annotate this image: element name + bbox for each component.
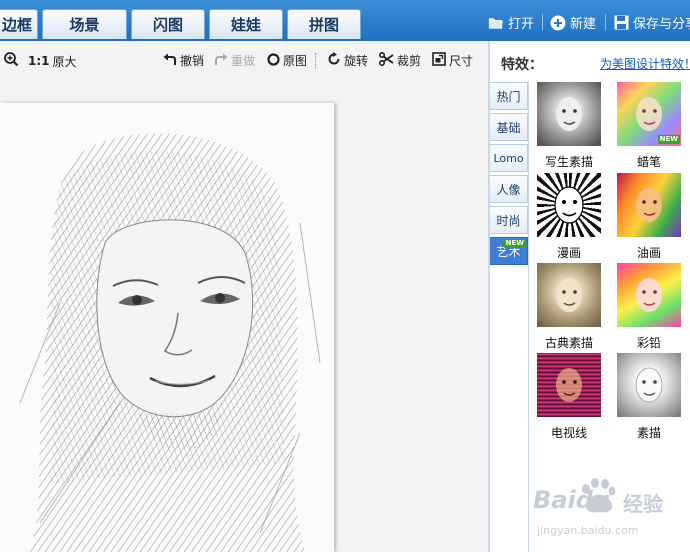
divider [542, 14, 543, 30]
effect-label: 写生素描 [544, 155, 593, 169]
edit-toolbar: 1:1 原大 撤销 重做 原图 旋转 裁剪 尺寸 [0, 41, 488, 79]
watermark-cn: 经验 [623, 492, 663, 516]
divider [315, 53, 317, 69]
tab-flash[interactable]: 闪图 [131, 9, 205, 39]
effect-label: 蜡笔 [636, 155, 661, 169]
tab-doll[interactable]: 娃娃 [209, 9, 283, 39]
new-label: 新建 [570, 17, 597, 32]
category-fashion[interactable]: 时尚 [490, 206, 528, 234]
tab-scene-label: 场景 [69, 16, 100, 34]
circle-icon [267, 52, 280, 69]
category-basic-label: 基础 [496, 120, 521, 135]
pencil-sketch-portrait [0, 103, 334, 552]
effect-classic-sketch[interactable]: 古典素描 [529, 263, 609, 351]
category-lomo[interactable]: Lomo [490, 144, 528, 172]
effect-thumbnail [537, 263, 601, 327]
undo-label: 撤销 [180, 54, 205, 68]
effect-tv-lines[interactable]: 电视线 [529, 353, 609, 441]
sketch-photo[interactable] [0, 103, 334, 552]
tab-border[interactable]: 边框 [0, 9, 38, 39]
tab-scene[interactable]: 场景 [42, 9, 127, 39]
effect-thumbnail [617, 263, 681, 327]
zoom-label: 原大 [52, 54, 77, 69]
effect-sketch[interactable]: 写生素描 [529, 82, 609, 170]
crop-button[interactable]: 裁剪 [378, 51, 422, 69]
effect-thumbnail [537, 353, 601, 417]
save-share-button[interactable]: 保存与分享 [613, 13, 690, 32]
scissors-icon [378, 51, 394, 69]
zoom-ratio: 1:1 [28, 54, 50, 68]
redo-button[interactable]: 重做 [214, 52, 255, 69]
category-fashion-label: 时尚 [496, 213, 521, 228]
effect-label: 素描 [636, 426, 661, 440]
new-button[interactable]: 新建 [550, 13, 596, 32]
folder-icon [488, 15, 504, 31]
floppy-disk-icon [613, 15, 629, 31]
tab-border-label: 边框 [1, 16, 32, 34]
category-basic[interactable]: 基础 [490, 113, 528, 141]
undo-button[interactable]: 撤销 [163, 52, 204, 69]
effect-thumbnail [617, 353, 681, 417]
top-bar: 边框 场景 闪图 娃娃 拼图 打开 新建 保存与分享 [0, 0, 690, 41]
effect-label: 油画 [636, 246, 661, 260]
tab-collage-label: 拼图 [308, 16, 339, 34]
design-effects-link[interactable]: 为美图设计特效！ [600, 55, 690, 72]
effect-label: 电视线 [550, 426, 587, 440]
category-hot-label: 热门 [496, 89, 521, 104]
effect-crayon[interactable]: NEW 蜡笔 [609, 82, 689, 170]
redo-icon [214, 53, 228, 69]
tab-collage[interactable]: 拼图 [287, 9, 361, 39]
zoom-in-icon [4, 52, 19, 70]
effects-title: 特效： [501, 57, 543, 73]
size-label: 尺寸 [449, 54, 474, 68]
watermark-brand: Baidu [533, 486, 610, 514]
resize-icon [432, 52, 446, 69]
divider [605, 14, 606, 30]
zoom-button[interactable]: 1:1 原大 [4, 52, 77, 70]
tab-doll-label: 娃娃 [230, 16, 261, 34]
effect-label: 古典素描 [544, 336, 593, 350]
baidu-jingyan-watermark: Baidu 经验 jingyan.baidu.com [523, 472, 688, 544]
effect-thumbnail: NEW [617, 82, 681, 146]
undo-icon [163, 53, 177, 69]
category-portrait[interactable]: 人像 [490, 175, 528, 203]
category-art[interactable]: 艺术 NEW [490, 237, 528, 265]
new-badge: NEW [657, 135, 680, 144]
crop-label: 裁剪 [397, 54, 422, 68]
effect-label: 漫画 [556, 246, 581, 260]
category-portrait-label: 人像 [496, 182, 521, 197]
category-lomo-label: Lomo [493, 151, 524, 165]
save-share-label: 保存与分享 [633, 17, 690, 32]
redo-label: 重做 [231, 54, 256, 68]
watermark-url: jingyan.baidu.com [537, 524, 639, 537]
plus-circle-icon [550, 15, 566, 31]
rotate-label: 旋转 [344, 54, 369, 68]
open-label: 打开 [508, 17, 535, 32]
open-button[interactable]: 打开 [488, 13, 534, 32]
effect-oil-painting[interactable]: 油画 [609, 173, 689, 261]
original-button[interactable]: 原图 [267, 52, 307, 69]
original-label: 原图 [283, 54, 308, 68]
tab-flash-label: 闪图 [152, 16, 183, 34]
effect-label: 彩铅 [636, 336, 661, 350]
rotate-icon [327, 52, 341, 69]
effect-thumbnail [537, 173, 601, 237]
effect-colored-pencil[interactable]: 彩铅 [609, 263, 689, 351]
effect-comic[interactable]: 漫画 [529, 173, 609, 261]
effect-thumbnail [537, 82, 601, 146]
effect-thumbnail [617, 173, 681, 237]
canvas-area [0, 79, 488, 552]
new-badge: NEW [503, 239, 526, 248]
effects-header: 特效： 为美图设计特效！ [490, 41, 690, 81]
rotate-button[interactable]: 旋转 [327, 52, 368, 69]
category-hot[interactable]: 热门 [490, 82, 528, 110]
effect-pencil-sketch[interactable]: 素描 [609, 353, 689, 441]
size-button[interactable]: 尺寸 [432, 52, 473, 69]
